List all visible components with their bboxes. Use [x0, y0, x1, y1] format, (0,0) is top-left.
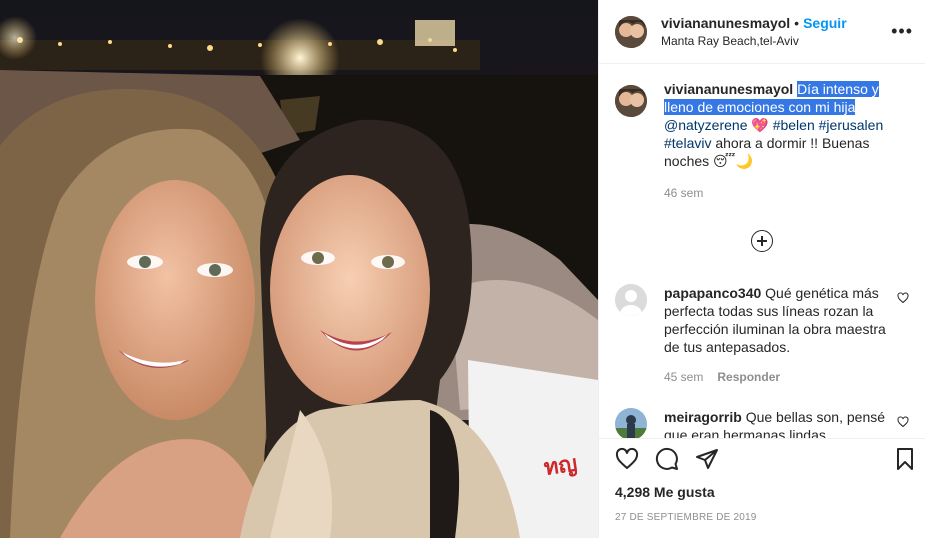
commenter-avatar[interactable]: [615, 408, 647, 438]
caption: viviananunesmayol Día intenso y lleno de…: [615, 80, 909, 202]
share-icon[interactable]: [695, 447, 719, 471]
post-header: viviananunesmayol • Seguir Manta Ray Beach…: [599, 0, 925, 64]
comment-age: 45 sem: [664, 370, 704, 384]
like-comment-heart-icon[interactable]: [897, 416, 909, 428]
comment-icon[interactable]: [655, 447, 679, 471]
like-count[interactable]: 4,298 Me gusta: [599, 478, 925, 508]
like-comment-heart-icon[interactable]: [897, 292, 909, 304]
add-comment-icon[interactable]: [751, 230, 773, 252]
action-bar: [599, 438, 925, 478]
post-photo[interactable]: ทญ: [0, 0, 598, 538]
commenter-username[interactable]: papapanco340: [664, 285, 761, 301]
post-view: ทญ viviananunesmayol • Seguir Manta Ray …: [0, 0, 925, 538]
selfie-image: ทญ: [0, 0, 598, 538]
caption-avatar[interactable]: [615, 85, 647, 117]
location-link[interactable]: Manta Ray Beach,tel-Aviv: [661, 32, 847, 50]
reply-button[interactable]: Responder: [717, 370, 780, 384]
sleep-moon-emoji: 😴🌙: [713, 153, 753, 169]
hashtag-telaviv[interactable]: #telaviv: [664, 135, 711, 151]
commenter-avatar[interactable]: [615, 284, 647, 316]
commenter-username[interactable]: meiragorrib: [664, 409, 742, 425]
hashtag-jerusalen[interactable]: #jerusalen: [819, 117, 884, 133]
bookmark-icon[interactable]: [893, 447, 917, 471]
comment-item: papapanco340 Qué genética más perfecta t…: [615, 284, 909, 386]
author-username[interactable]: viviananunesmayol: [661, 15, 790, 31]
hashtag-belen[interactable]: #belen: [773, 117, 815, 133]
comment-item: meiragorrib Que bellas son, pensé que er…: [615, 408, 909, 438]
follow-button[interactable]: Seguir: [803, 15, 847, 31]
post-date: 27 DE SEPTIEMBRE DE 2019: [615, 512, 757, 523]
comments-section[interactable]: viviananunesmayol Día intenso y lleno de…: [599, 64, 925, 438]
more-options-icon[interactable]: •••: [891, 22, 913, 40]
caption-age: 46 sem: [664, 186, 704, 200]
post-sidebar: viviananunesmayol • Seguir Manta Ray Beach…: [598, 0, 925, 538]
heart-icon[interactable]: [615, 447, 639, 471]
caption-username[interactable]: viviananunesmayol: [664, 81, 793, 97]
mention-link[interactable]: @natyzerene: [664, 117, 747, 133]
author-avatar[interactable]: [615, 15, 647, 48]
separator-dot: •: [794, 14, 800, 31]
heart-emoji: 💖: [751, 117, 769, 133]
